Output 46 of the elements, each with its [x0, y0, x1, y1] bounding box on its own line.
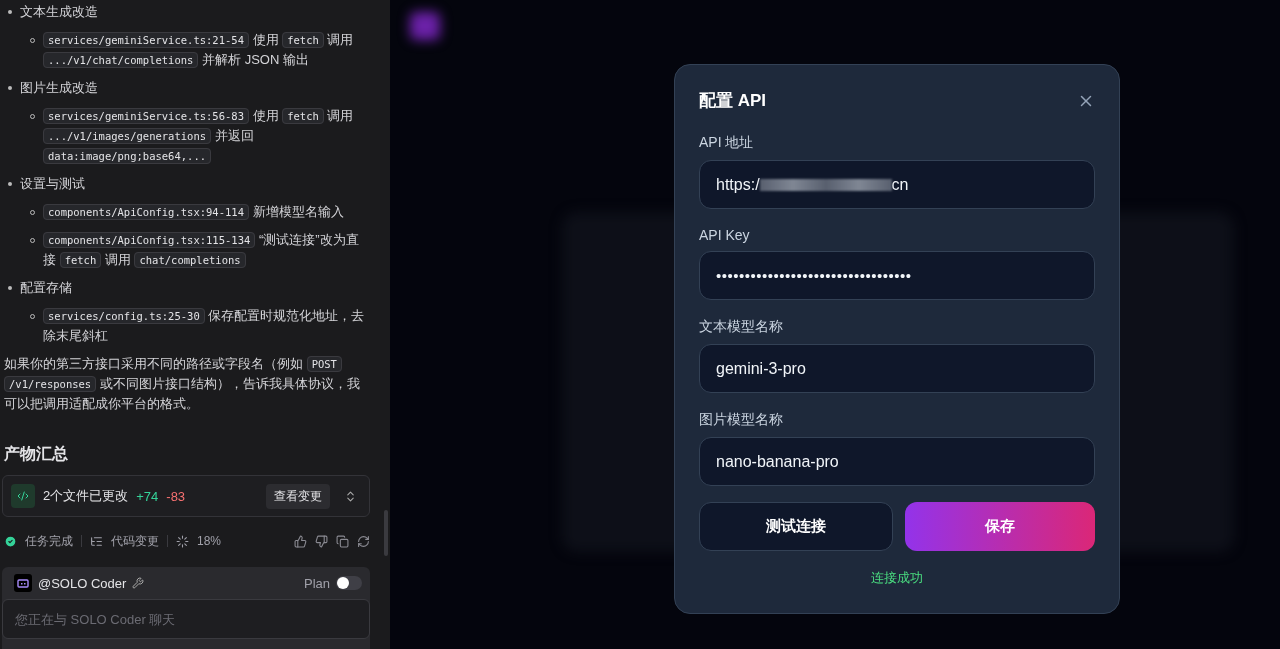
thumbs-down-icon[interactable] [315, 534, 328, 548]
chat-input[interactable]: 您正在与 SOLO Coder 聊天 [2, 599, 370, 639]
status-message: 连接成功 [870, 569, 924, 587]
field-label: 文本模型名称 [699, 318, 784, 336]
list-item-text: services/geminiService.ts:56-83 使用 fetch 调用 .../v1/images/generations 并返回 data:image/png;base64,... [43, 106, 370, 166]
code-changes-link[interactable]: 代码变更 [111, 532, 159, 550]
agent-name[interactable]: @SOLO Coder [38, 575, 127, 591]
removed-count: -83 [166, 488, 186, 504]
text-field[interactable]: nano-banana-pro [699, 437, 1095, 486]
task-status: 任务完成 [25, 532, 73, 550]
url-field[interactable]: https:/ cn [699, 160, 1095, 209]
list-item-text: services/geminiService.ts:21-54 使用 fetch 调用 .../v1/chat/completions 并解析 JSON 输出 [43, 30, 370, 70]
code-icon [11, 484, 35, 508]
refresh-icon[interactable] [357, 534, 370, 548]
field-label: API 地址 [699, 134, 755, 152]
view-changes-button[interactable]: 查看变更 [266, 483, 330, 509]
wrench-icon[interactable] [132, 577, 145, 589]
password-field[interactable]: •••••••••••••••••••••••••••••••••• [699, 251, 1095, 300]
thumbs-up-icon[interactable] [294, 534, 307, 548]
expand-icon[interactable] [344, 489, 357, 503]
dialog-title: 配置 API [699, 90, 767, 112]
save-button[interactable]: 保存 [905, 502, 1095, 551]
files-changed-text: 2个文件已更改 [43, 487, 129, 505]
list-item-text: 文本生成改造 [20, 3, 98, 21]
list-item-text: services/config.ts:25-30 保存配置时规范化地址，去除末尾斜杠 [43, 307, 366, 345]
test-button[interactable]: 测试连接 [699, 502, 893, 551]
added-count: +74 [136, 488, 159, 504]
plan-toggle[interactable] [336, 576, 362, 590]
list-item-text: 配置存储 [20, 279, 72, 297]
robot-icon [14, 574, 32, 592]
code-changes-icon [90, 534, 103, 548]
list-item-text: components/ApiConfig.tsx:115-134 “测试连接”改为直接 fetch 调用 chat/completions [43, 231, 360, 270]
progress-spinner-icon [176, 534, 189, 548]
message-paragraph: 如果你的第三方接口采用不同的路径或字段名（例如 POST /v1/responses 或不同图片接口结构），告诉我具体协议，我可以把调用适配成你平台的格式。 [4, 355, 361, 413]
list-item-text: 设置与测试 [20, 175, 85, 193]
check-icon [4, 534, 17, 548]
progress-percent: 18% [197, 534, 222, 548]
copy-icon[interactable] [336, 534, 349, 548]
blurred-logo [410, 12, 440, 40]
list-item-text: components/ApiConfig.tsx:94-114 新增模型名输入 [43, 202, 344, 222]
field-label: 图片模型名称 [699, 411, 784, 429]
list-item-text: 图片生成改造 [20, 79, 98, 97]
text-field[interactable]: gemini-3-pro [699, 344, 1095, 393]
section-heading: 产物汇总 [4, 444, 69, 464]
field-label: API Key [699, 227, 751, 243]
plan-label: Plan [303, 575, 330, 591]
